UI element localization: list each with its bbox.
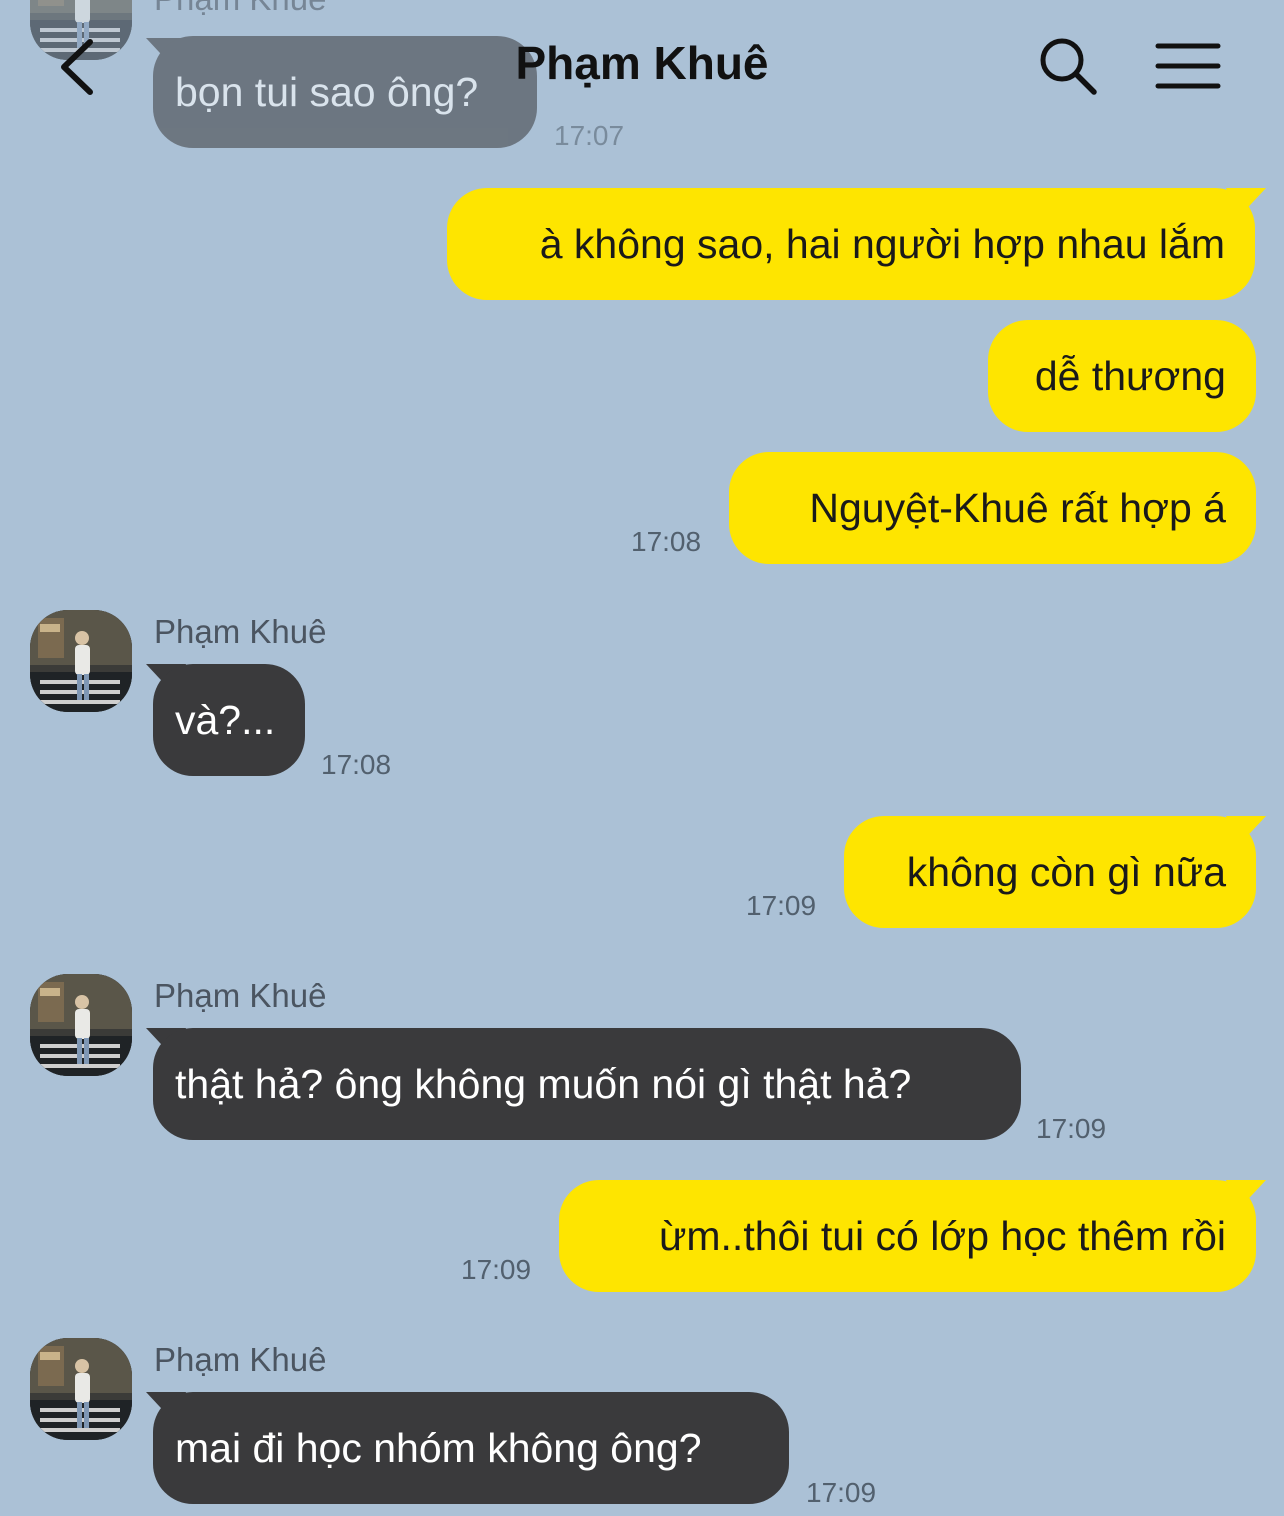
avatar-photo [30, 610, 132, 712]
chat-screen: Phạm Khuê bọn tui sao ông? 17:07 Phạm Kh… [0, 0, 1284, 1516]
message-timestamp: 17:09 [746, 890, 817, 921]
avatar[interactable] [30, 1338, 132, 1440]
menu-button[interactable] [1154, 40, 1222, 92]
sender-name: Phạm Khuê [154, 977, 327, 1014]
avatar-photo [30, 974, 132, 1076]
message-timestamp: 17:09 [1036, 1113, 1107, 1144]
message-bubble-outgoing[interactable]: Nguyệt-Khuê rất hợp á [729, 452, 1256, 564]
avatar[interactable] [30, 610, 132, 712]
message-timestamp: 17:08 [321, 749, 392, 780]
message-timestamp: 17:08 [631, 526, 702, 557]
message-bubble-outgoing[interactable]: ừm..thôi tui có lớp học thêm rồi [559, 1180, 1256, 1292]
message-bubble-outgoing[interactable]: không còn gì nữa [844, 816, 1256, 928]
hamburger-menu-icon [1155, 43, 1221, 89]
avatar[interactable] [30, 974, 132, 1076]
message-timestamp: 17:09 [806, 1477, 877, 1508]
search-button[interactable] [1036, 34, 1100, 98]
sender-name: Phạm Khuê [154, 613, 327, 650]
chat-header: Phạm Khuê [0, 0, 1284, 135]
message-bubble-outgoing[interactable]: dễ thương [988, 320, 1256, 432]
sender-name: Phạm Khuê [154, 1341, 327, 1378]
message-bubble-incoming[interactable]: mai đi học nhóm không ông? [153, 1392, 789, 1504]
search-icon [1040, 38, 1097, 95]
message-timestamp: 17:09 [461, 1254, 532, 1285]
message-bubble-outgoing[interactable]: à không sao, hai người hợp nhau lắm [447, 188, 1255, 300]
message-bubble-incoming[interactable]: và?... [153, 664, 305, 776]
message-bubble-incoming[interactable]: thật hả? ông không muốn nói gì thật hả? [153, 1028, 1021, 1140]
avatar-photo [30, 1338, 132, 1440]
